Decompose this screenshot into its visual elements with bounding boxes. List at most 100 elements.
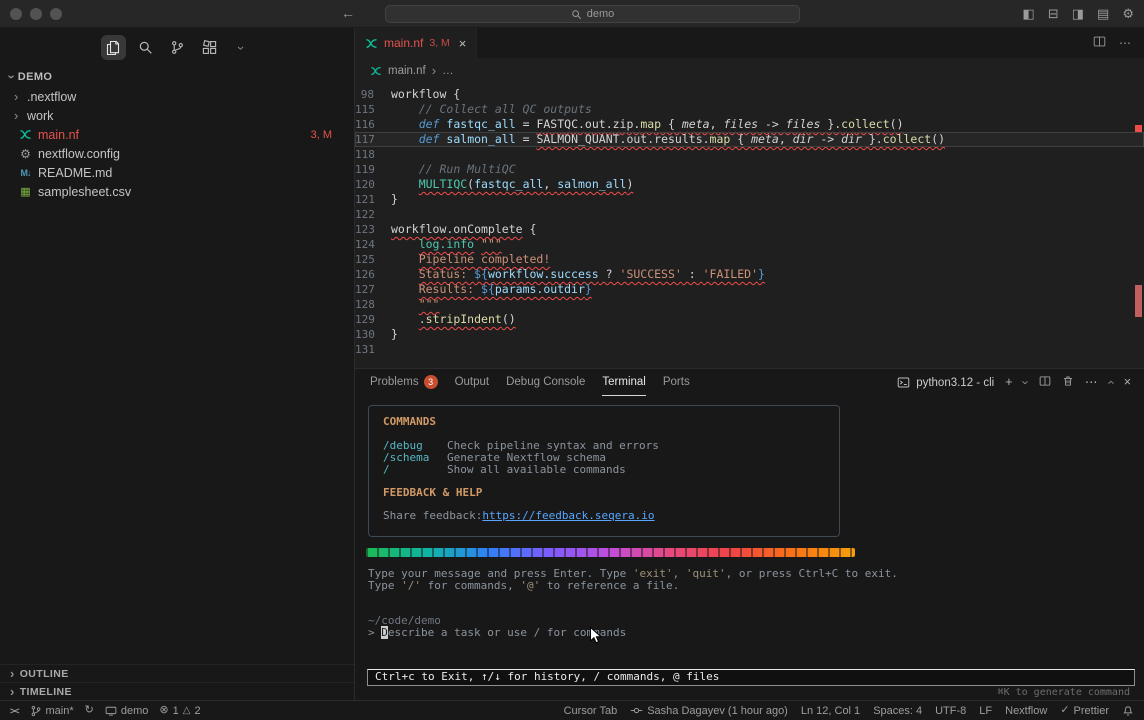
outline-section[interactable]: › OUTLINE [0,664,354,682]
command-center-search[interactable]: demo [385,5,800,23]
settings-gear-icon[interactable]: ⚙ [1122,6,1134,22]
terminal-dropdown-icon[interactable]: › [1019,380,1032,384]
cli-usage-line: Type '/' for commands, '@' to reference … [368,580,1134,593]
code-text: Results: ${params.outdir} [391,282,592,297]
code-line-115[interactable]: 115 // Collect all QC outputs [355,102,1144,117]
timeline-section[interactable]: › TIMELINE [0,682,354,700]
close-window-button[interactable] [10,8,22,20]
navigate-back-button[interactable]: ← [341,6,355,20]
activity-source-control-icon[interactable] [165,35,190,60]
code-line-129[interactable]: 129 .stripIndent() [355,312,1144,327]
line-number: 118 [355,147,391,162]
indentation-indicator[interactable]: Spaces: 4 [873,705,922,717]
line-number: 98 [355,87,391,102]
more-actions-icon[interactable]: ⋯ [1119,36,1131,50]
cli-prompt[interactable]: > Describe a task or use / for commands [368,627,1134,640]
nextflow-icon [365,37,378,50]
explorer-section-header[interactable]: › DEMO [9,71,354,83]
git-blame-indicator[interactable]: Sasha Dagayev (1 hour ago) [630,704,788,717]
terminal-view[interactable]: COMMANDS /debugCheck pipeline syntax and… [355,396,1144,700]
code-editor[interactable]: 98workflow {115 // Collect all QC output… [355,83,1144,368]
notifications-button[interactable] [1122,705,1134,717]
breadcrumb-file[interactable]: main.nf [388,65,426,77]
chevron-right-icon: › [10,687,15,697]
zoom-window-button[interactable] [50,8,62,20]
code-line-126[interactable]: 126 Status: ${workflow.success ? 'SUCCES… [355,267,1144,282]
code-line-119[interactable]: 119 // Run MultiQC [355,162,1144,177]
monitor-icon [105,705,117,717]
remote-indicator[interactable]: >< [10,706,19,716]
nextflow-icon [19,128,32,141]
breadcrumb-symbol[interactable]: … [442,65,454,77]
line-number: 115 [355,102,391,117]
panel-tab-output[interactable]: Output [455,369,490,396]
code-line-120[interactable]: 120 MULTIQC(fastqc_all, salmon_all) [355,177,1144,192]
code-line-116[interactable]: 116 def fastqc_all = FASTQC.out.zip.map … [355,117,1144,132]
file-row-main-nf[interactable]: main.nf3, M [0,125,354,144]
code-line-124[interactable]: 124 log.info """ [355,237,1144,252]
split-terminal-icon[interactable] [1039,375,1051,390]
file-row-nextflow-config[interactable]: ⚙nextflow.config [0,144,354,163]
line-number: 117 [355,132,391,147]
tab-problems-badge: 3, M [429,37,449,49]
code-text: // Run MultiQC [391,162,516,177]
remote-icon: >< [10,706,19,716]
activity-more-views-icon[interactable]: › [229,35,254,60]
file-row-readme-md[interactable]: M↓README.md [0,163,354,182]
toggle-secondary-sidebar-icon[interactable]: ◨ [1072,6,1084,22]
code-line-125[interactable]: 125 Pipeline completed! [355,252,1144,267]
panel-tab-ports[interactable]: Ports [663,369,690,396]
code-line-98[interactable]: 98workflow { [355,87,1144,102]
activity-extensions-icon[interactable] [197,35,222,60]
code-line-122[interactable]: 122 [355,207,1144,222]
panel-tab-problems[interactable]: Problems3 [370,369,438,396]
activity-search-icon[interactable] [133,35,158,60]
split-editor-icon[interactable] [1093,35,1106,51]
close-panel-icon[interactable]: × [1124,376,1131,389]
code-line-131[interactable]: 131 [355,342,1144,357]
code-line-117[interactable]: 117 def salmon_all = SALMON_QUANT.out.re… [355,132,1144,147]
file-row--nextflow[interactable]: ›.nextflow [0,87,354,106]
cursor-tab-indicator[interactable]: Cursor Tab [564,705,618,717]
bell-icon [1122,705,1134,717]
panel-more-icon[interactable]: ⋯ [1085,376,1098,389]
terminal-profile-selector[interactable]: python3.12 - cli [897,376,994,389]
kill-terminal-icon[interactable] [1062,375,1074,390]
overview-ruler[interactable] [1135,83,1142,368]
file-name: nextflow.config [38,147,120,161]
markdown-icon: M↓ [21,168,31,178]
customize-layout-icon[interactable]: ▤ [1097,6,1109,22]
minimize-window-button[interactable] [30,8,42,20]
code-line-127[interactable]: 127 Results: ${params.outdir} [355,282,1144,297]
problems-indicator[interactable]: ⊗ 1 △ 2 [159,705,200,717]
eol-indicator[interactable]: LF [979,705,992,717]
encoding-indicator[interactable]: UTF-8 [935,705,966,717]
code-line-123[interactable]: 123workflow.onComplete { [355,222,1144,237]
tab-close-icon[interactable]: × [459,36,467,51]
code-line-121[interactable]: 121} [355,192,1144,207]
workspace-indicator[interactable]: demo [105,705,149,717]
formatter-indicator[interactable]: ✓ Prettier [1060,705,1109,717]
terminal-shortcut-bar[interactable]: Ctrl+c to Exit, ↑/↓ for history, / comma… [367,669,1135,686]
file-row-samplesheet-csv[interactable]: ▦samplesheet.csv [0,182,354,201]
panel-tab-terminal[interactable]: Terminal [602,369,645,396]
toggle-panel-icon[interactable]: ⊟ [1048,6,1059,22]
new-terminal-icon[interactable]: + [1005,376,1012,389]
maximize-panel-icon[interactable]: › [1104,380,1117,384]
code-line-118[interactable]: 118 [355,147,1144,162]
panel-tab-debug-console[interactable]: Debug Console [506,369,585,396]
sync-button[interactable]: ↻ [85,705,94,716]
git-branch-icon [30,705,42,717]
feedback-link[interactable]: https://feedback.seqera.io [482,510,654,523]
toggle-primary-sidebar-icon[interactable]: ◧ [1023,6,1035,22]
file-row-work[interactable]: ›work [0,106,354,125]
language-mode-indicator[interactable]: Nextflow [1005,705,1047,717]
code-line-128[interactable]: 128 """ [355,297,1144,312]
tab-main-nf[interactable]: main.nf 3, M × [355,28,477,58]
breadcrumb[interactable]: main.nf › … [355,58,1144,83]
activity-explorer-icon[interactable] [101,35,126,60]
sync-icon: ↻ [85,705,94,716]
code-line-130[interactable]: 130} [355,327,1144,342]
branch-indicator[interactable]: main* [30,705,74,717]
cursor-position-indicator[interactable]: Ln 12, Col 1 [801,705,860,717]
